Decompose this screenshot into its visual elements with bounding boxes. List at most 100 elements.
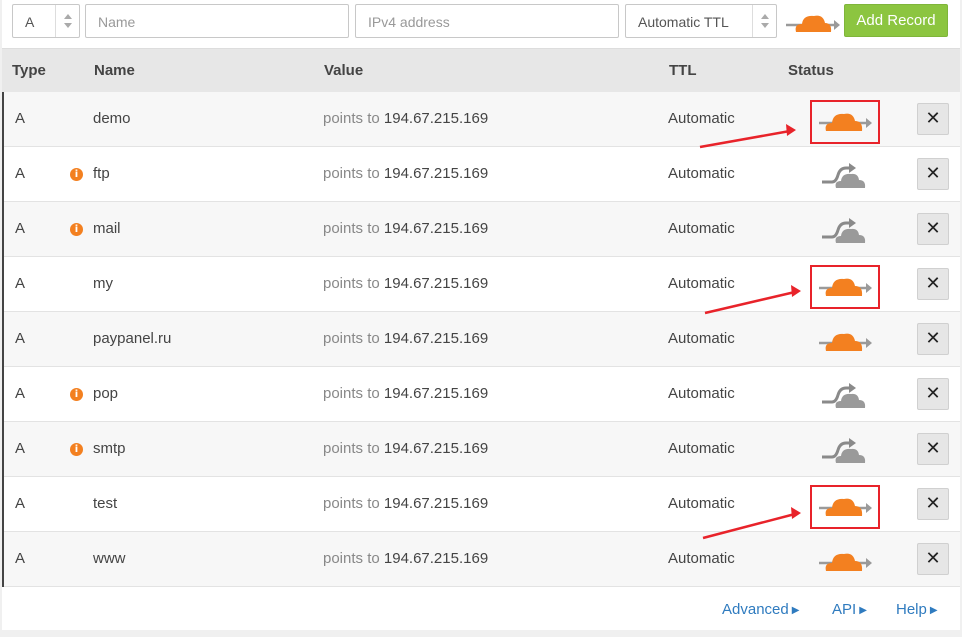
chevron-right-icon: ▶ — [791, 605, 800, 616]
info-icon[interactable]: i — [70, 168, 83, 181]
api-link[interactable]: API ▶ — [832, 601, 867, 618]
advanced-link[interactable]: Advanced ▶ — [722, 601, 799, 618]
header-name: Name — [94, 62, 135, 79]
dns-records-list: Ademo points to 194.67.215.169 Automatic ✕ A… — [2, 92, 960, 587]
gray-cloud-icon[interactable] — [816, 381, 872, 409]
record-value[interactable]: points to 194.67.215.169 — [323, 495, 488, 512]
close-icon: ✕ — [925, 383, 941, 404]
record-ttl[interactable]: Automatic — [668, 440, 735, 457]
ttl-select[interactable]: Automatic TTL — [625, 4, 777, 38]
record-name[interactable]: ftp — [93, 165, 110, 182]
record-ttl[interactable]: Automatic — [668, 220, 735, 237]
points-to-label: points to — [323, 495, 380, 512]
record-type: A — [15, 220, 26, 237]
dns-panel: A Name IPv4 address Automatic TTL Add Re… — [2, 0, 960, 630]
spinner-icon — [55, 5, 79, 37]
header-value: Value — [324, 62, 364, 79]
delete-button[interactable]: ✕ — [917, 323, 949, 355]
table-row: Apaypanel.ru points to 194.67.215.169 Auto… — [4, 312, 960, 367]
record-name[interactable]: demo — [93, 110, 131, 127]
table-row: Atest points to 194.67.215.169 Automatic ✕ — [4, 477, 960, 532]
gray-cloud-icon[interactable] — [816, 216, 872, 244]
highlight-box — [810, 265, 880, 309]
record-type: A — [15, 440, 26, 457]
points-to-label: points to — [323, 385, 380, 402]
record-name[interactable]: my — [93, 275, 113, 292]
record-ttl[interactable]: Automatic — [668, 385, 735, 402]
points-to-label: points to — [323, 550, 380, 567]
record-value[interactable]: points to 194.67.215.169 — [323, 165, 488, 182]
delete-button[interactable]: ✕ — [917, 268, 949, 300]
api-link-label: API — [832, 601, 857, 618]
close-icon: ✕ — [925, 548, 941, 569]
record-value[interactable]: points to 194.67.215.169 — [323, 110, 488, 127]
record-type-value: A — [25, 14, 35, 30]
record-ttl[interactable]: Automatic — [668, 165, 735, 182]
record-name[interactable]: paypanel.ru — [93, 330, 171, 347]
record-ttl[interactable]: Automatic — [668, 550, 735, 567]
table-row: Ai pop points to 194.67.215.169 Automatic ✕ — [4, 367, 960, 422]
record-ip: 194.67.215.169 — [383, 110, 489, 127]
record-value[interactable]: points to 194.67.215.169 — [323, 275, 488, 292]
record-type-select[interactable]: A — [12, 4, 80, 38]
close-icon: ✕ — [925, 108, 941, 129]
orange-cloud-icon[interactable] — [816, 326, 872, 354]
table-row: Awww points to 194.67.215.169 Automatic ✕ — [4, 532, 960, 587]
record-type: A — [15, 275, 26, 292]
chevron-right-icon: ▶ — [859, 605, 867, 616]
table-row: Ademo points to 194.67.215.169 Automatic ✕ — [4, 92, 960, 147]
points-to-label: points to — [323, 440, 380, 457]
record-type: A — [15, 330, 26, 347]
record-ip: 194.67.215.169 — [383, 495, 489, 512]
gray-cloud-icon[interactable] — [816, 436, 872, 464]
table-header: Type Name Value TTL Status — [2, 48, 960, 92]
record-name[interactable]: www — [93, 550, 126, 567]
ttl-select-value: Automatic TTL — [638, 14, 729, 30]
orange-cloud-icon[interactable] — [784, 10, 840, 36]
points-to-label: points to — [323, 165, 380, 182]
info-icon[interactable]: i — [70, 388, 83, 401]
record-ip: 194.67.215.169 — [383, 165, 489, 182]
close-icon: ✕ — [925, 163, 941, 184]
points-to-label: points to — [323, 275, 380, 292]
help-link[interactable]: Help ▶ — [896, 601, 938, 618]
record-name[interactable]: smtp — [93, 440, 126, 457]
name-placeholder: Name — [98, 14, 136, 30]
delete-button[interactable]: ✕ — [917, 213, 949, 245]
delete-button[interactable]: ✕ — [917, 103, 949, 135]
record-value[interactable]: points to 194.67.215.169 — [323, 550, 488, 567]
record-value[interactable]: points to 194.67.215.169 — [323, 440, 488, 457]
record-ttl[interactable]: Automatic — [668, 275, 735, 292]
record-name[interactable]: test — [93, 495, 117, 512]
table-row: Ai smtp points to 194.67.215.169 Automatic ✕ — [4, 422, 960, 477]
record-ip: 194.67.215.169 — [383, 330, 489, 347]
advanced-link-label: Advanced — [722, 601, 789, 618]
record-ttl[interactable]: Automatic — [668, 495, 735, 512]
delete-button[interactable]: ✕ — [917, 543, 949, 575]
record-value[interactable]: points to 194.67.215.169 — [323, 220, 488, 237]
add-record-button[interactable]: Add Record — [844, 4, 948, 37]
record-ttl[interactable]: Automatic — [668, 330, 735, 347]
ipv4-input[interactable]: IPv4 address — [355, 4, 619, 38]
record-name[interactable]: mail — [93, 220, 121, 237]
info-icon[interactable]: i — [70, 443, 83, 456]
header-type: Type — [12, 62, 46, 79]
orange-cloud-icon[interactable] — [816, 546, 872, 574]
points-to-label: points to — [323, 220, 380, 237]
delete-button[interactable]: ✕ — [917, 488, 949, 520]
record-value[interactable]: points to 194.67.215.169 — [323, 330, 488, 347]
info-icon[interactable]: i — [70, 223, 83, 236]
record-ttl[interactable]: Automatic — [668, 110, 735, 127]
record-value[interactable]: points to 194.67.215.169 — [323, 385, 488, 402]
help-link-label: Help — [896, 601, 927, 618]
record-ip: 194.67.215.169 — [383, 220, 489, 237]
name-input[interactable]: Name — [85, 4, 349, 38]
highlight-box — [810, 100, 880, 144]
delete-button[interactable]: ✕ — [917, 378, 949, 410]
close-icon: ✕ — [925, 218, 941, 239]
delete-button[interactable]: ✕ — [917, 158, 949, 190]
add-record-form: A Name IPv4 address Automatic TTL Add Re… — [2, 0, 960, 48]
gray-cloud-icon[interactable] — [816, 161, 872, 189]
record-name[interactable]: pop — [93, 385, 118, 402]
delete-button[interactable]: ✕ — [917, 433, 949, 465]
